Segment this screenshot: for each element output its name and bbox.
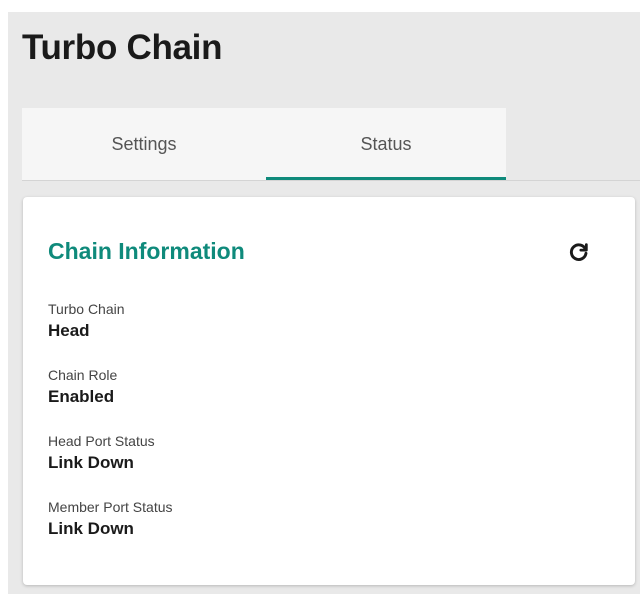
field-value: Link Down	[48, 453, 134, 472]
page-container: Turbo Chain Settings Status Chain Inform…	[8, 12, 640, 594]
field-turbo-chain: Turbo Chain Head	[48, 300, 125, 342]
field-head-port-status: Head Port Status Link Down	[48, 432, 155, 474]
refresh-button[interactable]	[565, 237, 593, 265]
field-label: Chain Role	[48, 367, 118, 383]
field-value: Enabled	[48, 387, 115, 406]
page-title: Turbo Chain	[22, 28, 223, 67]
field-value: Head	[48, 321, 90, 340]
card-title: Chain Information	[48, 238, 245, 264]
tab-settings[interactable]: Settings	[22, 108, 266, 180]
field-label: Head Port Status	[48, 433, 155, 449]
refresh-icon	[569, 243, 588, 261]
field-chain-role: Chain Role Enabled	[48, 366, 117, 408]
tab-divider	[22, 180, 640, 181]
tab-bar: Settings Status	[22, 108, 506, 180]
field-label: Member Port Status	[48, 499, 173, 515]
tab-status[interactable]: Status	[266, 108, 506, 180]
field-member-port-status: Member Port Status Link Down	[48, 498, 173, 540]
field-label: Turbo Chain	[48, 301, 125, 317]
field-value: Link Down	[48, 519, 134, 538]
chain-information-card: Chain Information Turbo Chain Head Chain…	[23, 197, 635, 585]
